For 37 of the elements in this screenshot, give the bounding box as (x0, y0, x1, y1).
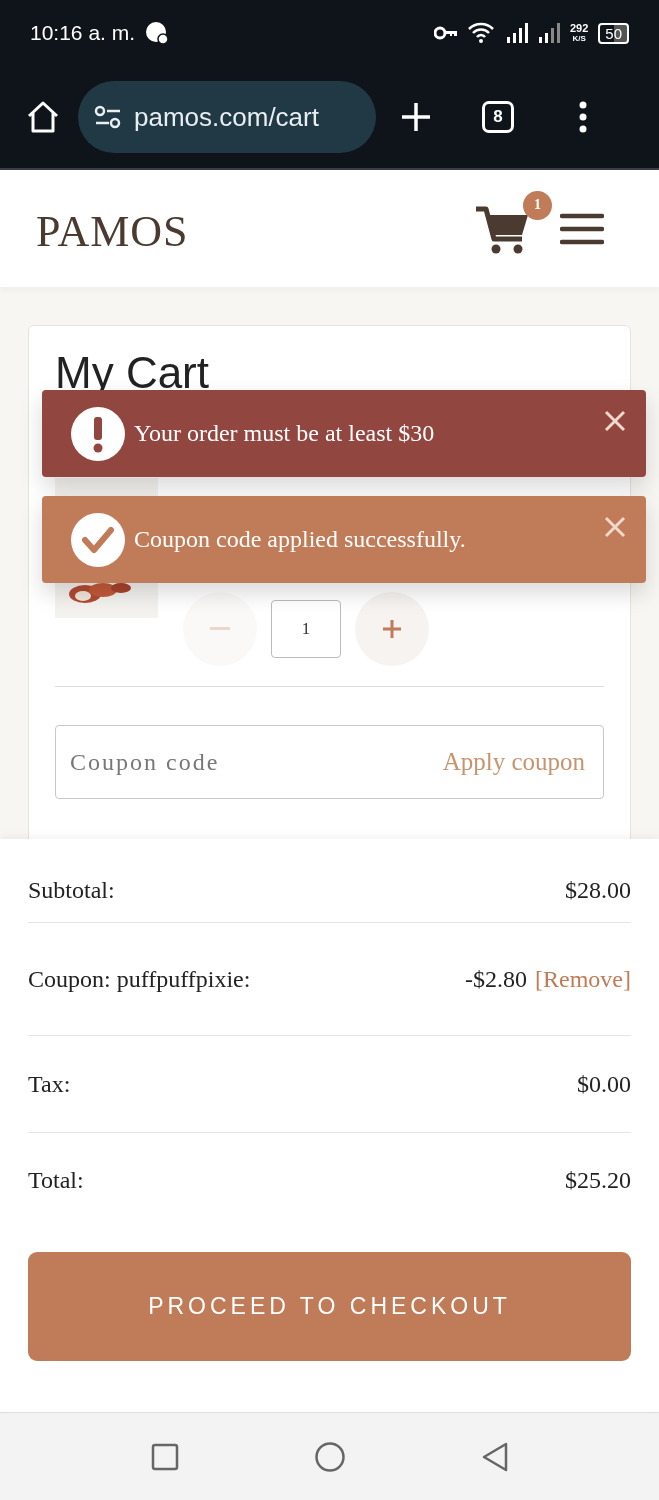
site-settings-icon[interactable] (94, 105, 122, 129)
quantity-field[interactable]: 1 (271, 600, 341, 658)
close-icon[interactable] (604, 410, 626, 432)
back-icon[interactable] (480, 1440, 509, 1473)
minus-icon (210, 627, 230, 631)
recent-apps-icon[interactable] (150, 1442, 179, 1471)
cart-count-badge: 1 (523, 190, 552, 220)
toast-message: Coupon code applied successfully. (134, 526, 466, 553)
key-icon (433, 26, 458, 40)
summary-amount: -$2.80 (465, 965, 528, 993)
warning-icon (70, 405, 126, 462)
home-button-icon[interactable] (313, 1440, 346, 1473)
toast-message: Your order must be at least $30 (134, 420, 435, 447)
new-tab-icon[interactable] (400, 101, 432, 133)
home-icon[interactable] (26, 101, 60, 133)
signal-icon (505, 23, 528, 43)
app-notification-icon (145, 21, 170, 45)
site-logo[interactable]: PAMOS (36, 200, 189, 257)
summary-amount: $28.00 (565, 877, 631, 904)
status-time: 10:16 a. m. (30, 21, 136, 45)
wifi-icon (467, 22, 496, 44)
summary-amount: $0.00 (577, 1070, 631, 1098)
summary-label: Total: (28, 1166, 84, 1194)
battery-indicator: 50 (598, 22, 629, 44)
speed-unit: K/S (572, 34, 586, 43)
summary-label: Tax: (28, 1070, 71, 1098)
network-speed: 292 (569, 23, 589, 34)
summary-amount: $25.20 (565, 1166, 631, 1194)
address-bar[interactable]: pamos.com/cart (78, 81, 376, 153)
checkmark-icon (70, 511, 126, 568)
signal-icon (537, 23, 560, 43)
more-icon[interactable] (578, 101, 588, 133)
summary-label: Coupon: puffpuffpixie: (28, 965, 251, 993)
tab-switcher-button[interactable]: 8 (482, 101, 514, 133)
summary-label: Subtotal: (28, 877, 115, 904)
plus-icon (382, 619, 402, 639)
menu-icon[interactable] (560, 212, 604, 245)
